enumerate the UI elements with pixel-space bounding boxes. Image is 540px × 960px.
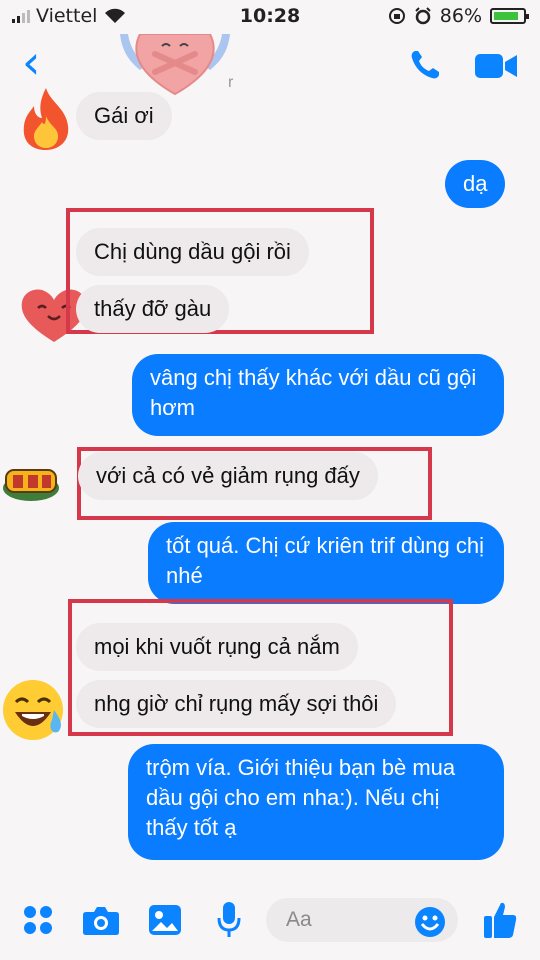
message-bubble-outgoing: tốt quá. Chị cứ kriên trif dùng chị nhé: [148, 522, 504, 604]
laughing-emoji-icon: [3, 680, 63, 740]
video-camera-icon[interactable]: [474, 52, 518, 80]
message-bubble-incoming: nhg giờ chỉ rụng mấy sợi thôi: [76, 680, 397, 728]
composer-bar: Aa: [0, 880, 540, 960]
apps-grid-icon[interactable]: [22, 904, 54, 936]
battery-percent: 86%: [439, 5, 482, 27]
contact-name: r: [228, 74, 234, 91]
status-bar: Viettel 10:28 86%: [0, 0, 540, 34]
message-bubble-incoming: Chị dùng dầu gội rồi: [76, 228, 309, 276]
message-bubble-outgoing: trộm vía. Giới thiệu bạn bè mua dầu gội …: [128, 744, 504, 860]
phone-icon[interactable]: [408, 48, 442, 82]
battery-fill: [494, 12, 519, 20]
battery-icon: [490, 8, 529, 24]
rotation-lock-icon: [388, 8, 405, 24]
sticker-avatar: [3, 469, 59, 501]
alarm-icon: [415, 7, 431, 25]
conversation-header: ‹ r: [0, 34, 540, 96]
image-icon[interactable]: [148, 904, 182, 936]
message-bubble-incoming: với cả có vẻ giảm rụng đấy: [78, 452, 378, 500]
message-bubble-incoming: mọi khi vuốt rụng cả nắm: [76, 623, 358, 671]
message-bubble-incoming: Gái ơi: [76, 92, 172, 140]
thumbs-up-icon[interactable]: [482, 900, 518, 940]
message-bubble-outgoing: dạ: [445, 160, 506, 208]
message-bubble-incoming: thấy đỡ gàu: [76, 285, 230, 333]
message-bubble-outgoing: vâng chị thấy khác với dầu cũ gội hơm: [132, 354, 504, 436]
microphone-icon[interactable]: [216, 900, 242, 940]
chevron-left-icon[interactable]: ‹: [22, 39, 40, 85]
camera-icon[interactable]: [82, 904, 120, 936]
fire-icon: [23, 88, 69, 150]
emoji-icon[interactable]: [414, 906, 446, 938]
message-input-placeholder: Aa: [286, 908, 312, 931]
